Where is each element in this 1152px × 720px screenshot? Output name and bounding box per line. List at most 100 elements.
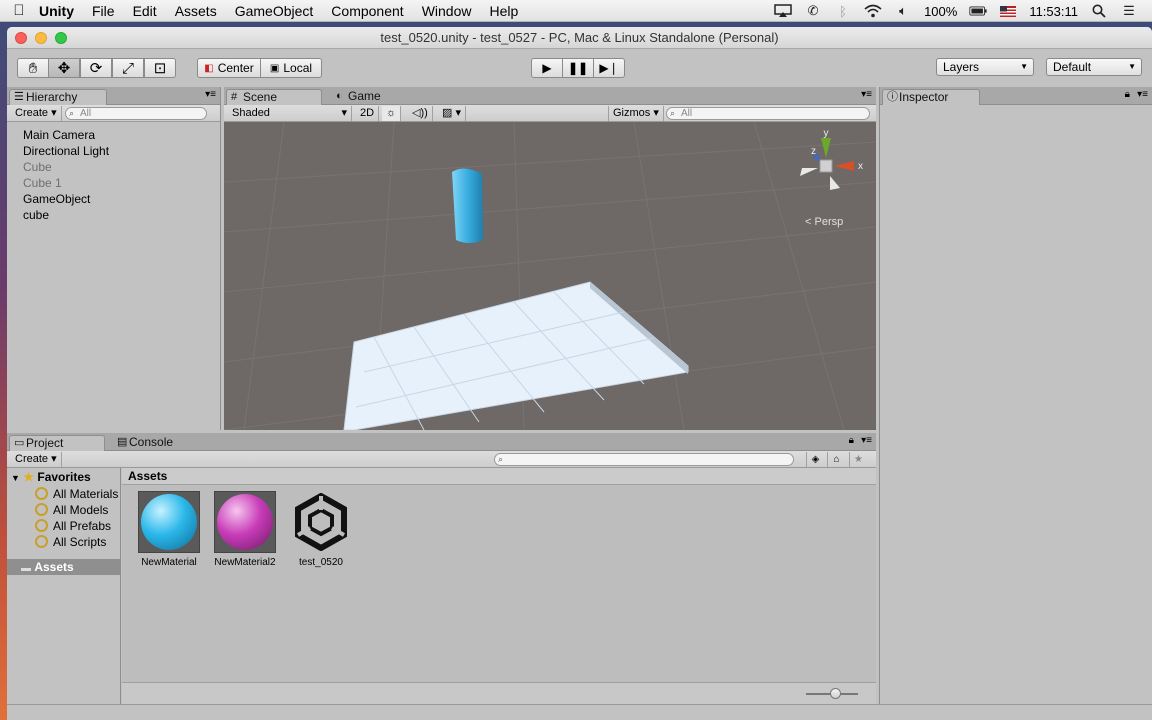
assets-folder-label: Assets bbox=[34, 560, 74, 574]
layers-dropdown[interactable]: Layers ▼ bbox=[936, 58, 1034, 76]
project-create-dropdown[interactable]: Create ▾ bbox=[11, 452, 62, 467]
favorite-label: All Scripts bbox=[53, 535, 107, 549]
pivot-center-toggle[interactable]: ◧ Center bbox=[197, 58, 261, 78]
menu-assets[interactable]: Assets bbox=[166, 0, 226, 22]
axis-z-label: z bbox=[811, 146, 816, 157]
hierarchy-item-directional-light[interactable]: Directional Light bbox=[23, 143, 109, 159]
menu-window[interactable]: Window bbox=[413, 0, 481, 22]
scene-effects-dropdown[interactable]: ▨ ▾ bbox=[438, 106, 466, 121]
2d-label: 2D bbox=[360, 107, 375, 119]
notification-center-icon[interactable]: ☰ bbox=[1120, 3, 1138, 18]
scene-search-input[interactable]: ⌕ All bbox=[666, 107, 870, 120]
hand-icon: ✋︎ bbox=[28, 59, 38, 77]
axis-x-label: x bbox=[858, 161, 863, 172]
scene-orientation-gizmo: y x z bbox=[800, 128, 863, 190]
panel-menu-icon[interactable]: ▾≡ bbox=[1137, 89, 1148, 100]
scale-tool-button[interactable]: ⤢ bbox=[112, 58, 144, 78]
shading-label: Shaded bbox=[232, 107, 270, 119]
asset-test-0520-scene[interactable]: test_0520 bbox=[286, 491, 356, 568]
icon-size-slider-thumb[interactable] bbox=[830, 688, 841, 699]
project-search-input[interactable]: ⌕ bbox=[494, 453, 794, 466]
hierarchy-create-dropdown[interactable]: Create ▾ bbox=[11, 106, 62, 121]
perspective-label[interactable]: < Persp bbox=[805, 216, 843, 228]
assets-breadcrumb[interactable]: Assets bbox=[122, 468, 876, 485]
space-local-toggle[interactable]: ▣ Local bbox=[260, 58, 322, 78]
pivot-label: Center bbox=[217, 61, 254, 75]
panel-menu-icon[interactable]: ▾≡ bbox=[861, 435, 872, 446]
panel-menu-icon[interactable]: ▾≡ bbox=[861, 89, 872, 100]
lock-icon[interactable]: 🔒︎ bbox=[1125, 89, 1130, 100]
flag-icon[interactable] bbox=[999, 4, 1017, 18]
project-panel: ▭ Project ▤ Console 🔒︎ ▾≡ Create ▾ ⌕ ◈ ⌂ ★… bbox=[7, 433, 876, 704]
menu-help[interactable]: Help bbox=[480, 0, 527, 22]
sphere-icon bbox=[217, 494, 273, 550]
hierarchy-item-main-camera[interactable]: Main Camera bbox=[23, 127, 95, 143]
favorite-all-scripts[interactable]: All Scripts bbox=[35, 534, 107, 550]
airplay-icon[interactable] bbox=[774, 4, 792, 18]
shading-mode-dropdown[interactable]: Shaded ▾ bbox=[228, 106, 352, 121]
asset-newmaterial[interactable]: NewMaterial bbox=[134, 491, 204, 568]
hierarchy-item-cube-lower[interactable]: cube bbox=[23, 207, 49, 223]
favorite-search-button[interactable]: ★ bbox=[849, 452, 867, 467]
layout-dropdown[interactable]: Default ▼ bbox=[1046, 58, 1142, 76]
favorite-all-materials[interactable]: All Materials bbox=[35, 486, 118, 502]
scene-lighting-toggle[interactable]: ☼ bbox=[382, 106, 402, 121]
volume-icon[interactable]: 🔈︎ bbox=[894, 3, 912, 18]
spotlight-search-icon[interactable] bbox=[1090, 4, 1108, 18]
hierarchy-item-gameobject[interactable]: GameObject bbox=[23, 191, 90, 207]
assets-folder-item[interactable]: ▬ Assets bbox=[7, 559, 120, 575]
zoom-window-button[interactable] bbox=[55, 32, 67, 44]
tab-console[interactable]: ▤ Console bbox=[113, 435, 183, 451]
scene-audio-toggle[interactable]: ◁)) bbox=[408, 106, 433, 121]
asset-newmaterial2[interactable]: NewMaterial2 bbox=[210, 491, 280, 568]
hierarchy-search-input[interactable]: ⌕ All bbox=[65, 107, 207, 120]
clock[interactable]: 11:53:11 bbox=[1029, 4, 1078, 19]
rect-tool-button[interactable]: ⊡ bbox=[144, 58, 176, 78]
window-title: test_0520.unity - test_0527 - PC, Mac & … bbox=[380, 30, 779, 45]
hierarchy-item-cube-1[interactable]: Cube 1 bbox=[23, 175, 62, 191]
inspector-panel: ⓘ Inspector 🔒︎ ▾≡ bbox=[879, 87, 1152, 704]
hierarchy-item-cube[interactable]: Cube bbox=[23, 159, 52, 175]
move-tool-button[interactable]: ✥ bbox=[48, 58, 80, 78]
close-window-button[interactable] bbox=[15, 32, 27, 44]
menu-file[interactable]: File bbox=[83, 0, 124, 22]
menu-gameobject[interactable]: GameObject bbox=[226, 0, 323, 22]
unity-logo-icon bbox=[295, 493, 347, 551]
minimize-window-button[interactable] bbox=[35, 32, 47, 44]
battery-icon[interactable] bbox=[969, 4, 987, 18]
step-icon: ▶❘ bbox=[599, 61, 619, 75]
tab-inspector[interactable]: ⓘ Inspector bbox=[882, 89, 980, 105]
project-tabstrip: ▭ Project ▤ Console 🔒︎ ▾≡ bbox=[7, 433, 876, 451]
create-label: Create bbox=[15, 453, 49, 465]
phone-icon[interactable]: ✆ bbox=[804, 3, 822, 18]
rotate-tool-button[interactable]: ⟳ bbox=[80, 58, 112, 78]
hand-tool-button[interactable]: ✋︎ bbox=[17, 58, 49, 78]
tab-scene[interactable]: # Scene bbox=[226, 89, 322, 105]
pause-button[interactable]: ❚❚ bbox=[562, 58, 594, 78]
apple-menu-icon[interactable]:  bbox=[0, 2, 30, 19]
favorite-all-prefabs[interactable]: All Prefabs bbox=[35, 518, 111, 534]
bluetooth-icon[interactable]: ᛒ bbox=[834, 4, 852, 19]
tab-project[interactable]: ▭ Project bbox=[9, 435, 105, 451]
hierarchy-subbar: Create ▾ ⌕ All bbox=[7, 105, 220, 122]
tab-game[interactable]: ◐ Game bbox=[332, 89, 392, 105]
favorites-header[interactable]: ▼ ★ Favorites bbox=[11, 470, 91, 484]
space-label: Local bbox=[283, 61, 313, 75]
scene-viewport[interactable]: y x z < Persp bbox=[224, 122, 876, 430]
panel-menu-icon[interactable]: ▾≡ bbox=[205, 89, 216, 100]
gizmos-dropdown[interactable]: Gizmos ▾ bbox=[608, 106, 664, 121]
lock-icon[interactable]: 🔒︎ bbox=[849, 435, 854, 446]
favorite-all-models[interactable]: All Models bbox=[35, 502, 108, 518]
2d-toggle[interactable]: 2D bbox=[356, 106, 380, 121]
wifi-icon[interactable] bbox=[864, 4, 882, 18]
tab-hierarchy[interactable]: ☰ Hierarchy bbox=[9, 89, 107, 105]
disclosure-triangle-icon[interactable]: ▼ bbox=[11, 473, 20, 483]
search-by-label-button[interactable]: ⌂ bbox=[827, 452, 845, 467]
step-button[interactable]: ▶❘ bbox=[593, 58, 625, 78]
menu-edit[interactable]: Edit bbox=[124, 0, 166, 22]
search-by-type-button[interactable]: ◈ bbox=[806, 452, 824, 467]
menu-component[interactable]: Component bbox=[322, 0, 412, 22]
battery-percent: 100% bbox=[924, 3, 958, 19]
app-menu[interactable]: Unity bbox=[30, 0, 83, 22]
play-button[interactable]: ▶ bbox=[531, 58, 563, 78]
